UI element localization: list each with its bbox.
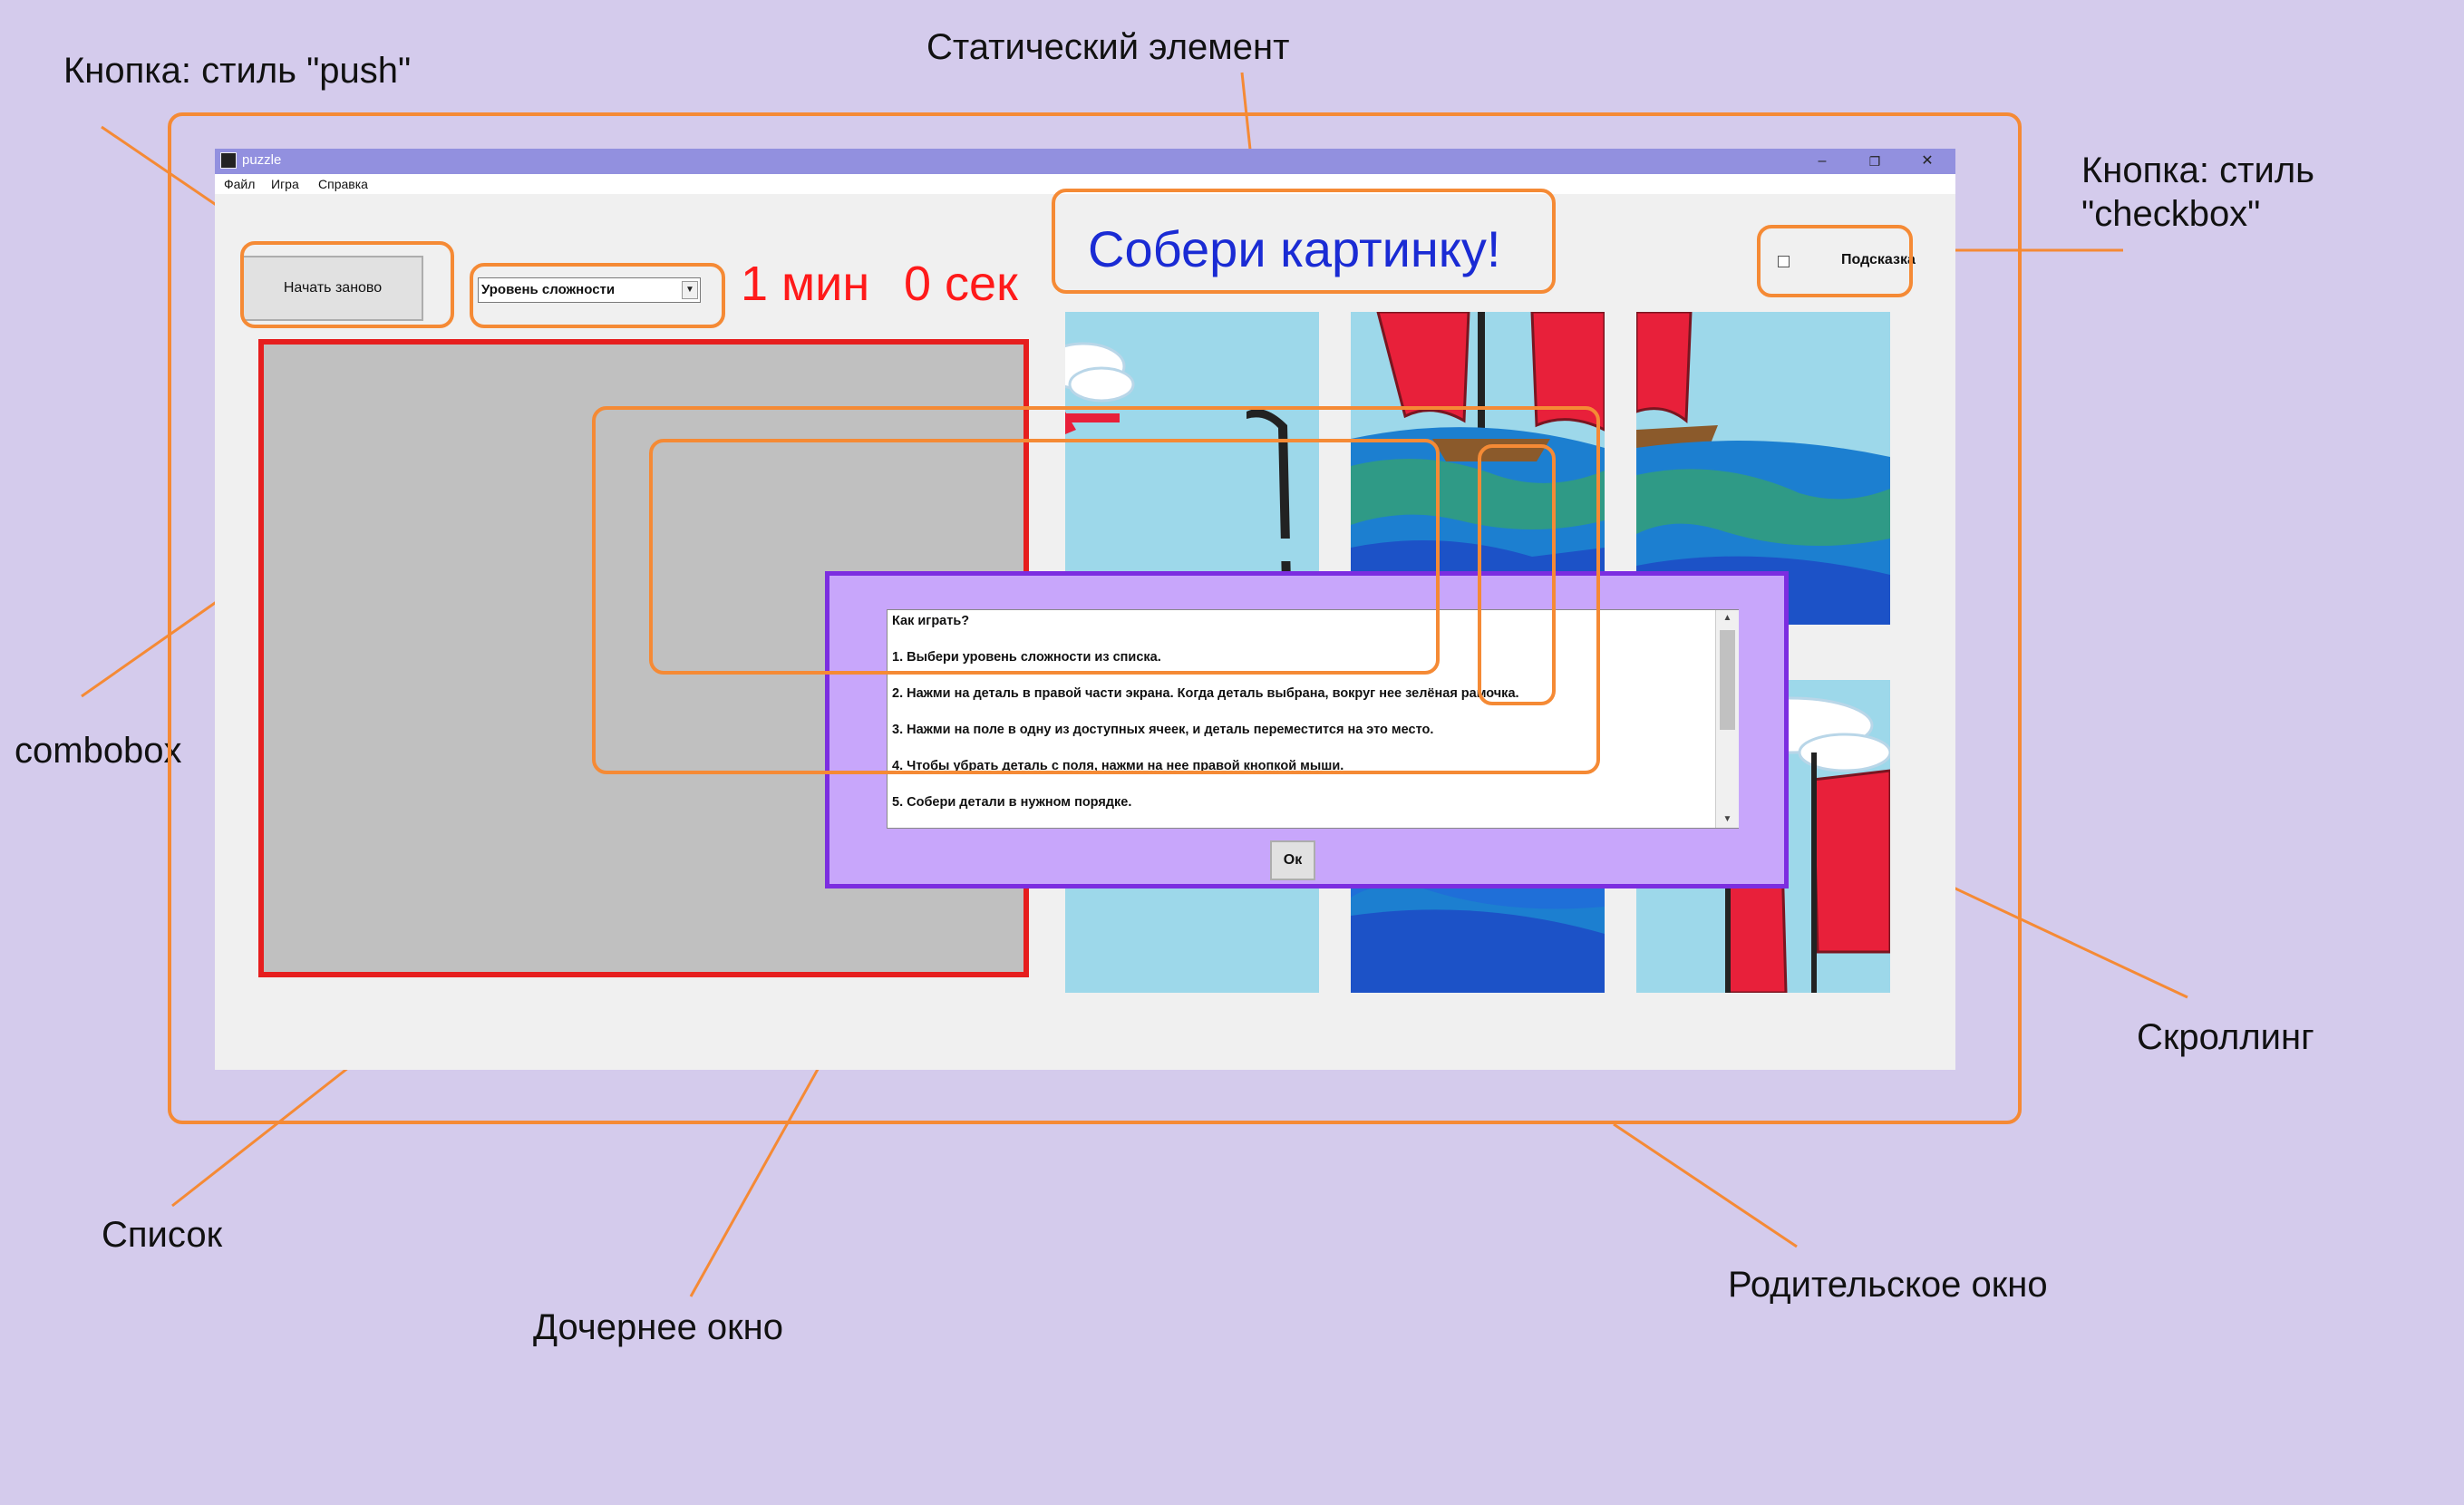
annotation-checkbox-button: Кнопка: стиль "checkbox" (2081, 150, 2314, 234)
annotation-list: Список (102, 1215, 223, 1255)
static-element-highlight (1052, 189, 1556, 294)
scrolling-highlight (1478, 444, 1556, 705)
push-button-highlight (240, 241, 454, 328)
annotation-scrolling: Скроллинг (2137, 1017, 2314, 1057)
annotation-static-element: Статический элемент (926, 27, 1290, 67)
annotation-child-window: Дочернее окно (533, 1307, 784, 1347)
annotation-parent-window: Родительское окно (1728, 1265, 2048, 1305)
combobox-highlight (470, 263, 725, 328)
checkbox-highlight (1757, 225, 1913, 297)
annotation-push-button: Кнопка: стиль "push" (63, 51, 412, 91)
annotation-combobox: combobox (15, 731, 182, 771)
list-highlight (649, 439, 1440, 675)
